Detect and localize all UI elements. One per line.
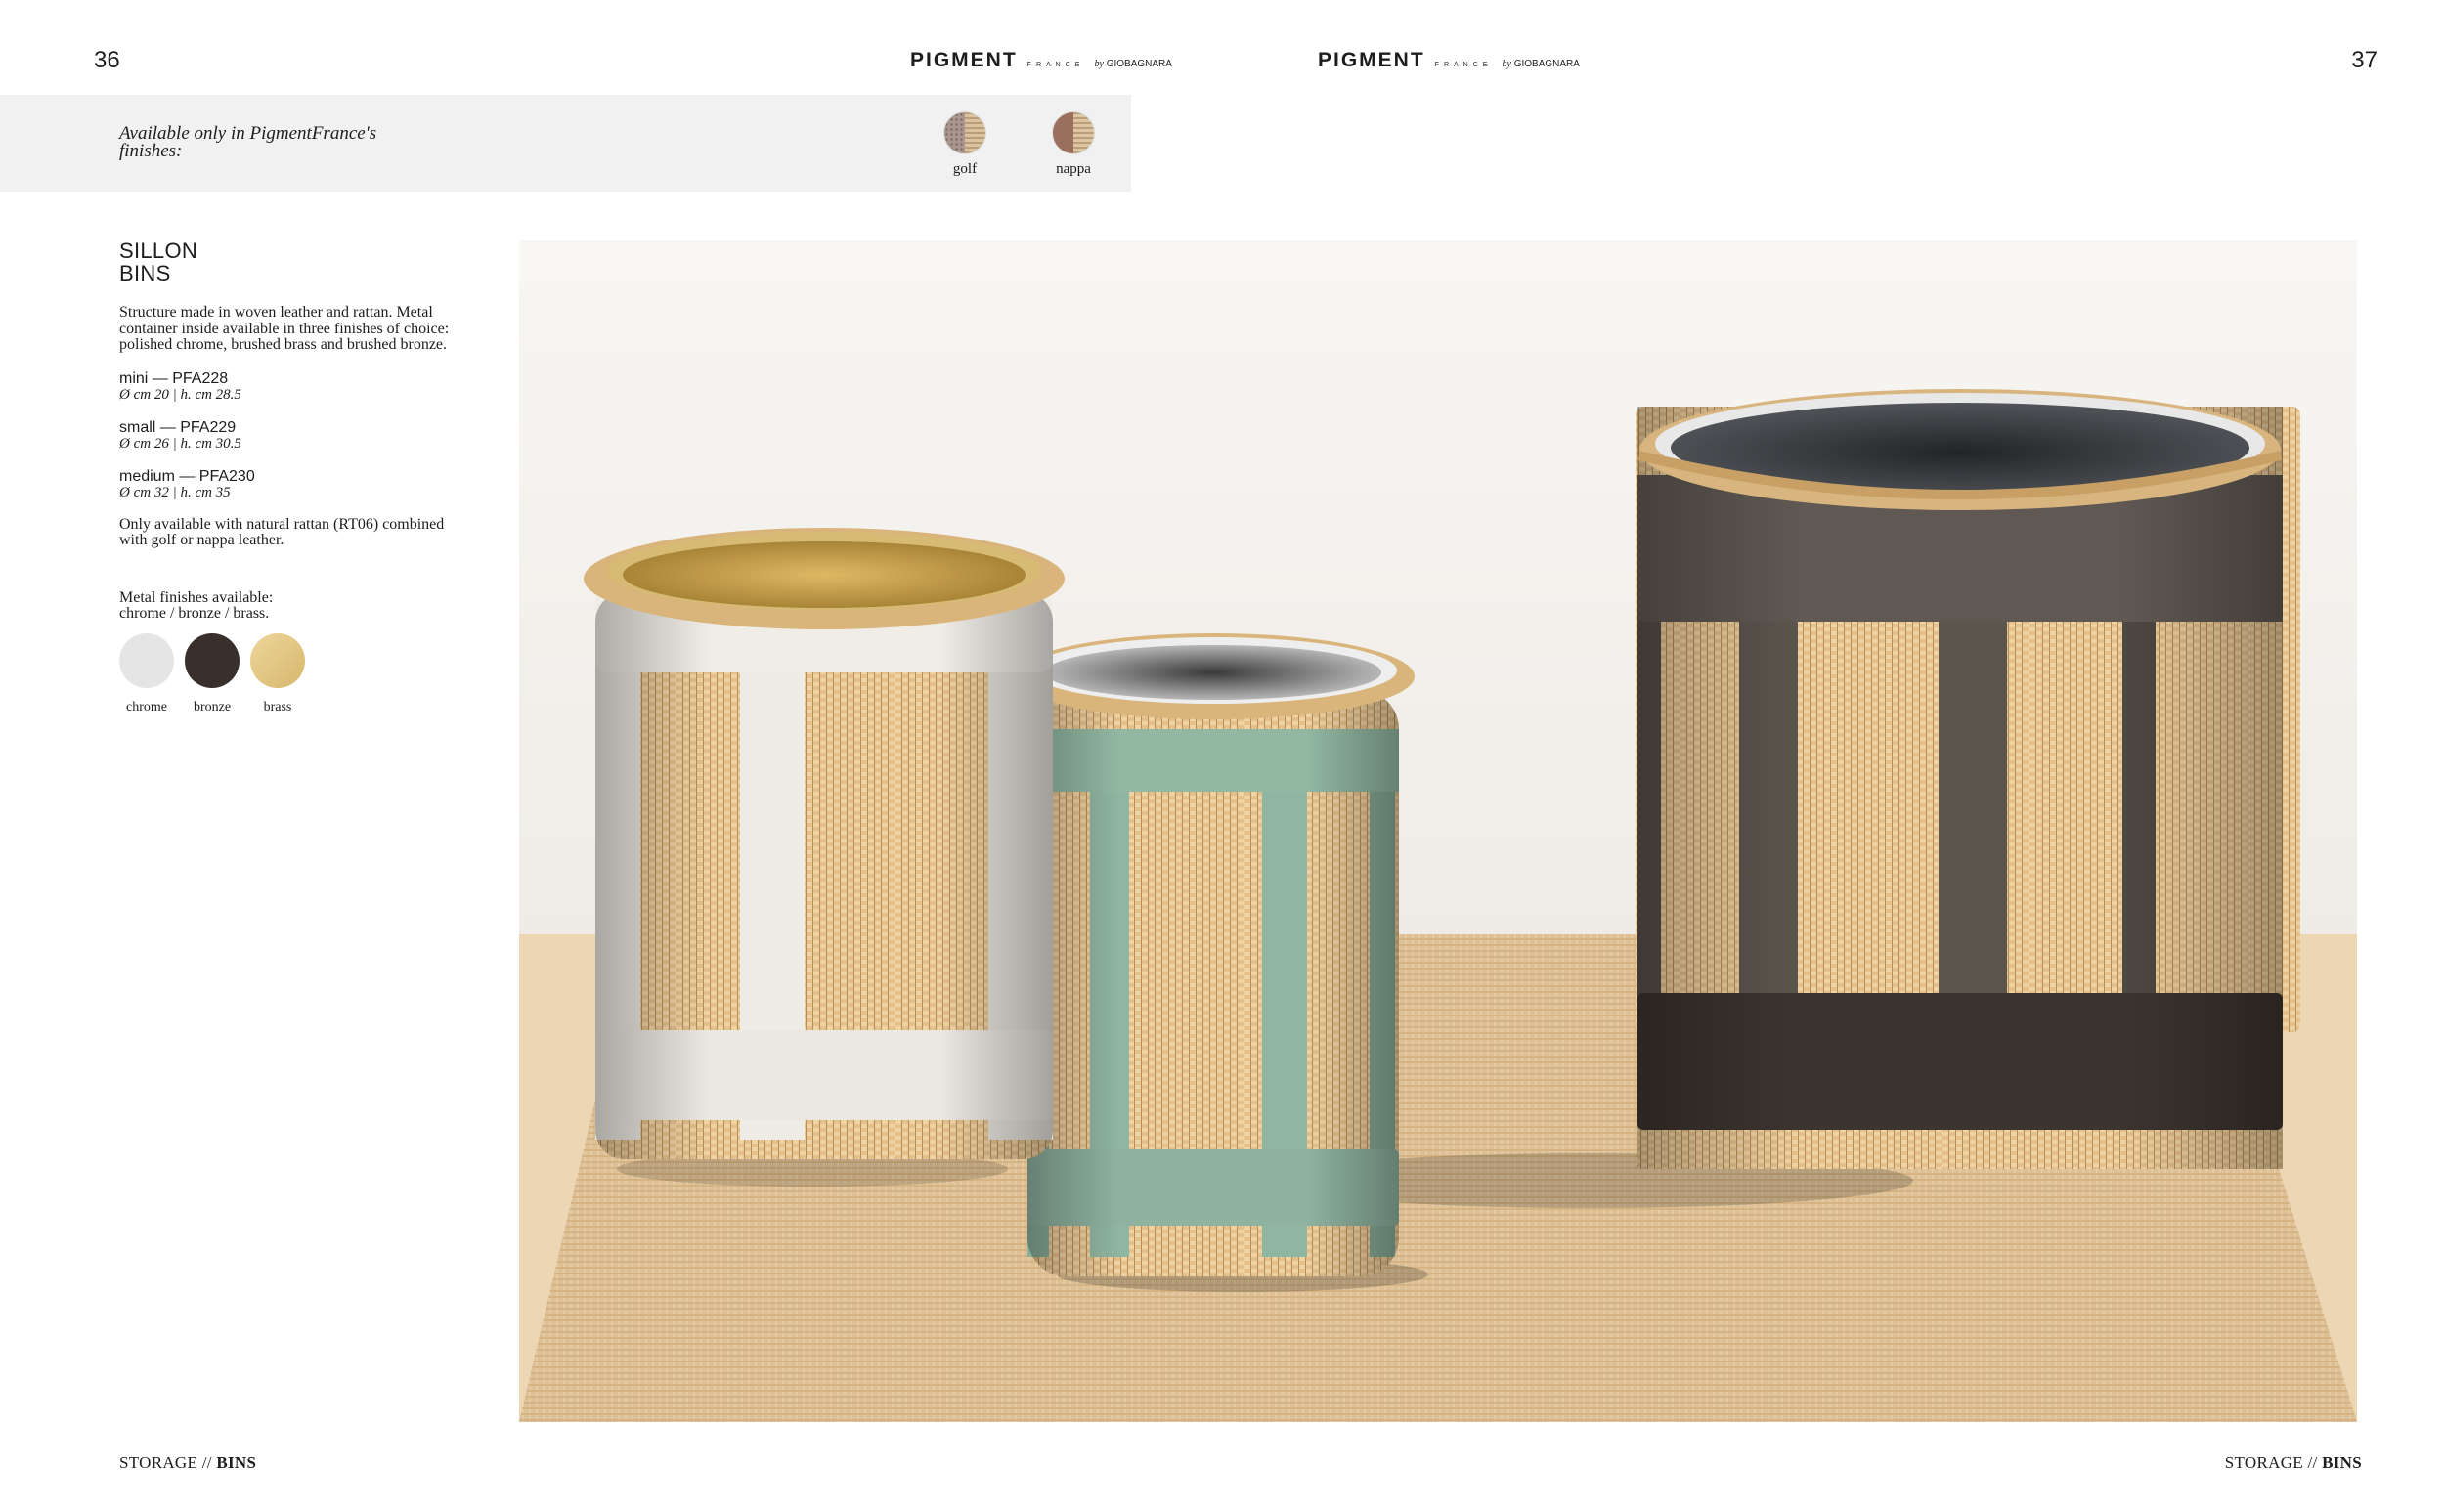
- finish-label: nappa: [1056, 161, 1091, 177]
- basket-mini: [584, 528, 1065, 1187]
- brand-logo-left: PIGMENT FRANCE by GIOBAGNARA: [910, 49, 1172, 72]
- metal-swatch-chrome: chrome: [119, 632, 174, 715]
- footer-section-right: STORAGE // BINS: [2224, 1453, 2362, 1472]
- size-code: mini — PFA228: [119, 369, 229, 387]
- size-dimensions: Ø cm 32 | h. cm 35: [119, 484, 231, 500]
- finish-swatch-nappa: nappa: [1051, 111, 1096, 178]
- metal-label: brass: [263, 699, 292, 714]
- availability-note: Only available with natural rattan (RT06…: [119, 515, 445, 548]
- brass-swatch-icon: [250, 632, 305, 688]
- size-medium: medium — PFA230 Ø cm 32 | h. cm 35: [119, 468, 471, 500]
- brand-logo-right: PIGMENT FRANCE by GIOBAGNARA: [1318, 49, 1580, 72]
- finish-label: golf: [952, 161, 978, 177]
- page-number-left: 36: [94, 47, 120, 73]
- product-photo: [519, 240, 2357, 1422]
- footer-section-left: STORAGE // BINS: [119, 1453, 257, 1472]
- metal-swatch-bronze: bronze: [185, 632, 240, 715]
- size-mini: mini — PFA228 Ø cm 20 | h. cm 28.5: [119, 370, 471, 403]
- brand-name: PIGMENT: [1318, 49, 1425, 71]
- brand-sub: FRANCE: [1026, 62, 1085, 68]
- product-title: SILLON BINS: [119, 238, 198, 285]
- finishes-band: Available only in PigmentFrance's finish…: [0, 95, 1131, 192]
- chrome-swatch-icon: [119, 632, 174, 688]
- brand-maker: by GIOBAGNARA: [1502, 59, 1580, 69]
- golf-leather-swatch-icon: [943, 111, 986, 154]
- product-description: Structure made in woven leather and ratt…: [119, 304, 450, 353]
- metal-swatch-brass: brass: [250, 632, 305, 715]
- size-code: medium — PFA230: [119, 467, 255, 485]
- metal-label: chrome: [126, 699, 167, 714]
- nappa-leather-swatch-icon: [1052, 111, 1095, 154]
- size-dimensions: Ø cm 20 | h. cm 28.5: [119, 386, 241, 403]
- page-number-right: 37: [2351, 47, 2378, 73]
- size-code: small — PFA229: [119, 418, 237, 436]
- size-small: small — PFA229 Ø cm 26 | h. cm 30.5: [119, 419, 471, 452]
- finishes-title: Available only in PigmentFrance's finish…: [119, 123, 377, 161]
- brand-name: PIGMENT: [910, 49, 1018, 71]
- size-dimensions: Ø cm 26 | h. cm 30.5: [119, 435, 241, 452]
- metal-finishes-title: Metal finishes available: chrome / bronz…: [119, 588, 274, 622]
- basket-small: [1012, 633, 1428, 1292]
- brand-maker: by GIOBAGNARA: [1094, 59, 1172, 69]
- bronze-swatch-icon: [185, 632, 240, 688]
- metal-swatches: chrome bronze brass: [119, 632, 471, 715]
- finish-swatch-golf: golf: [942, 111, 987, 178]
- brand-sub: FRANCE: [1434, 62, 1493, 68]
- product-info: SILLON BINS Structure made in woven leat…: [119, 239, 471, 715]
- metal-label: bronze: [193, 699, 232, 714]
